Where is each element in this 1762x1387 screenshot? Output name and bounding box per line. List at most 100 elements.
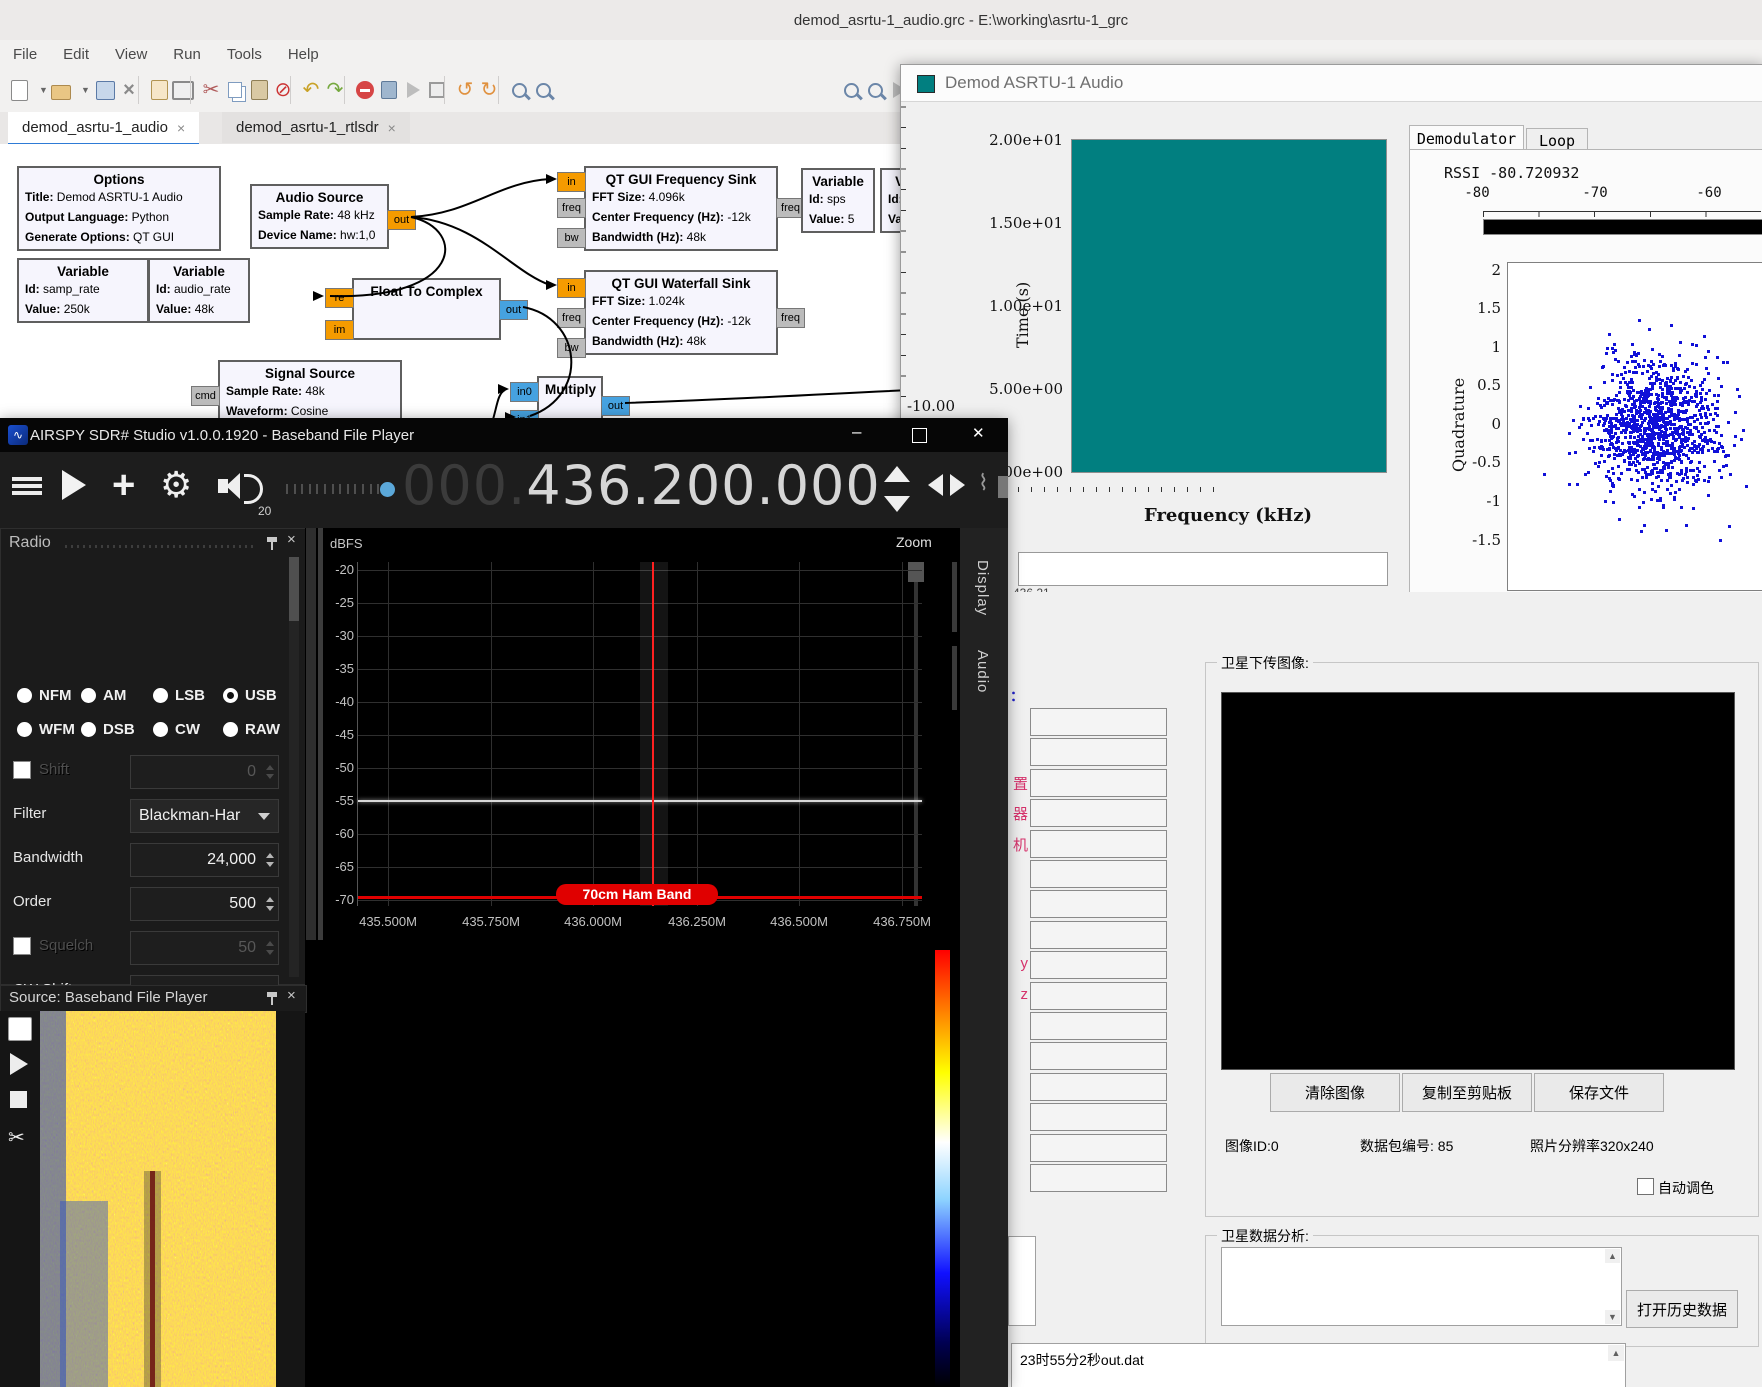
copy-to-clipboard-button[interactable]: 复制至剪贴板 [1402, 1073, 1532, 1112]
radio-mode-cw[interactable]: CW [153, 721, 200, 738]
paste-icon[interactable] [246, 77, 272, 103]
float-to-complex[interactable]: Float To Complexreimout [352, 278, 501, 340]
radio-mode-wfm[interactable]: WFM [17, 721, 75, 738]
bandwidth-field[interactable]: 24,000 [130, 843, 279, 877]
spectrum-area[interactable] [305, 528, 960, 1387]
save-file-icon[interactable] [92, 77, 118, 103]
qt-gui-frequency-sink[interactable]: QT GUI Frequency SinkFFT Size: 4.096kCen… [584, 166, 778, 251]
tuning-line[interactable] [652, 562, 654, 906]
radio-mode-raw[interactable]: RAW [223, 721, 280, 738]
zoom-in-icon[interactable] [506, 77, 532, 103]
auto-color-checkbox[interactable] [1637, 1178, 1654, 1195]
sdr-titlebar[interactable]: ∿ AIRSPY SDR# Studio v1.0.0.1920 - Baseb… [0, 418, 1008, 452]
port-freq[interactable]: freq [557, 308, 586, 328]
find-block-icon[interactable] [838, 77, 864, 103]
tools-icon[interactable]: ✂ [8, 1125, 25, 1150]
demod-titlebar[interactable]: Demod ASRTU-1 Audio [901, 65, 1762, 102]
execute-icon[interactable] [400, 77, 426, 103]
tab-demod-asrtu-1-rtlsdr[interactable]: demod_asrtu-1_rtlsdr × [222, 112, 410, 143]
menu-file[interactable]: File [0, 46, 50, 63]
volume-slider-handle[interactable] [380, 482, 395, 497]
new-file-icon[interactable] [6, 77, 32, 103]
frequency-display[interactable]: 000.436.200.000 [402, 454, 881, 517]
port-out[interactable]: out [601, 396, 630, 416]
settings-gear-icon[interactable]: ⚙ [160, 464, 192, 506]
analysis-textarea[interactable]: ▲ ▼ [1221, 1247, 1622, 1326]
telemetry-field-1[interactable] [1030, 738, 1167, 766]
stop-icon[interactable] [10, 1091, 27, 1108]
menu-edit[interactable]: Edit [50, 46, 102, 63]
radio-mode-am[interactable]: AM [81, 687, 126, 704]
tuning-bandwidth-band[interactable] [640, 562, 668, 906]
telemetry-field-11[interactable] [1030, 1042, 1167, 1070]
port-out[interactable]: out [387, 210, 416, 230]
open-history-button[interactable]: 打开历史数据 [1626, 1290, 1738, 1328]
grc-titlebar[interactable]: demod_asrtu-1_audio.grc - E:\working\asr… [0, 0, 1762, 41]
menu-tools[interactable]: Tools [214, 46, 275, 63]
save-file-button[interactable]: 保存文件 [1534, 1073, 1664, 1112]
tab-close-icon[interactable]: × [388, 120, 396, 136]
telemetry-field-5[interactable] [1030, 860, 1167, 888]
open-file-icon[interactable] [48, 77, 74, 103]
port-in[interactable]: in [557, 172, 586, 192]
undo-icon[interactable]: ↶ [298, 77, 324, 103]
telemetry-field-10[interactable] [1030, 1012, 1167, 1040]
zoom-out-icon[interactable] [530, 77, 556, 103]
shift-field[interactable]: 0 [130, 755, 279, 789]
radio-mode-usb[interactable]: USB [223, 687, 277, 704]
reload-icon[interactable]: ↺ [452, 77, 478, 103]
menu-icon[interactable] [12, 474, 42, 498]
port-in0[interactable]: in0 [510, 382, 539, 402]
telemetry-field-0[interactable] [1030, 708, 1167, 736]
cut-icon[interactable]: ✂ [198, 77, 224, 103]
squelch-field[interactable]: 50 [130, 931, 279, 965]
tab-demod-asrtu-1-audio[interactable]: demod_asrtu-1_audio × [8, 112, 199, 146]
block-library-icon[interactable] [376, 77, 402, 103]
telemetry-field-15[interactable] [1030, 1164, 1167, 1192]
port-cmd[interactable]: cmd [191, 386, 220, 406]
telemetry-field-6[interactable] [1030, 890, 1167, 918]
menu-view[interactable]: View [102, 46, 160, 63]
add-icon[interactable]: + [112, 468, 135, 502]
menu-run[interactable]: Run [160, 46, 214, 63]
screen-capture-icon[interactable] [170, 77, 196, 103]
frequency-down-icon[interactable] [884, 496, 910, 512]
play-icon[interactable] [10, 1053, 28, 1075]
menu-help[interactable]: Help [275, 46, 332, 63]
scroll-down-icon[interactable]: ▼ [1605, 1310, 1620, 1324]
telemetry-field-7[interactable] [1030, 921, 1167, 949]
scroll-up-icon[interactable]: ▲ [1608, 1345, 1624, 1361]
port-im[interactable]: im [325, 320, 354, 340]
shift-checkbox[interactable] [13, 761, 31, 779]
tab-close-icon[interactable]: × [177, 120, 185, 136]
copy-icon[interactable] [222, 77, 248, 103]
scrollbar-thumb[interactable] [289, 557, 299, 621]
clear-image-button[interactable]: 清除图像 [1270, 1073, 1400, 1112]
telemetry-field-14[interactable] [1030, 1134, 1167, 1162]
port-out[interactable]: out [499, 300, 528, 320]
tab-audio[interactable]: Audio [974, 650, 991, 693]
radio-mode-dsb[interactable]: DSB [81, 721, 135, 738]
edit-properties-icon[interactable] [146, 77, 172, 103]
port-bw[interactable]: bw [557, 338, 586, 358]
side-slider-track[interactable] [952, 646, 957, 710]
variable-audio-rate[interactable]: VariableId: audio_rateValue: 48k [148, 258, 250, 323]
scroll-up-icon[interactable]: ▲ [1605, 1249, 1620, 1263]
radio-mode-lsb[interactable]: LSB [153, 687, 205, 704]
close-icon[interactable]: ✕ [972, 424, 985, 442]
audio-source[interactable]: Audio SourceSample Rate: 48 kHzDevice Na… [250, 184, 389, 249]
telemetry-field-4[interactable] [1030, 830, 1167, 858]
port-re[interactable]: re [325, 288, 354, 308]
radio-mode-nfm[interactable]: NFM [17, 687, 72, 704]
tab-display[interactable]: Display [974, 560, 991, 616]
zoom-slider-track[interactable] [914, 562, 918, 906]
signal-source[interactable]: Signal SourceSample Rate: 48kWaveform: C… [218, 360, 402, 425]
delete-icon[interactable]: ⊘ [270, 77, 296, 103]
port-freq[interactable]: freq [776, 308, 805, 328]
minimize-icon[interactable]: – [852, 422, 861, 442]
port-in[interactable]: in [557, 278, 586, 298]
step-right-icon[interactable] [950, 474, 965, 496]
telemetry-field-9[interactable] [1030, 982, 1167, 1010]
step-left-icon[interactable] [928, 474, 943, 496]
find-icon[interactable] [862, 77, 888, 103]
